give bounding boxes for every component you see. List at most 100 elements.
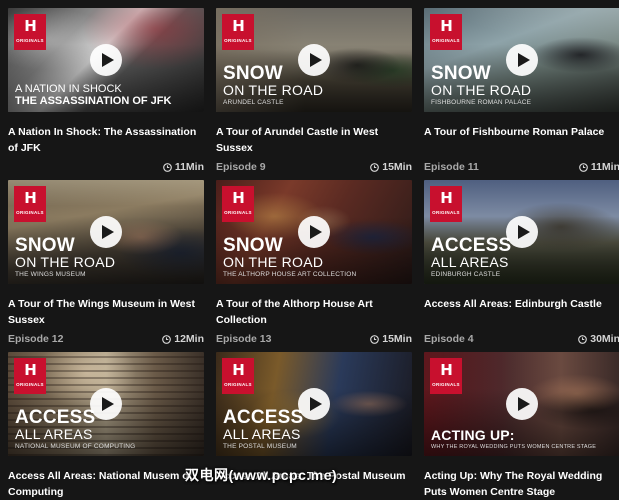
episode-label: Episode 13 <box>216 333 272 345</box>
overlay-title: SNOW <box>431 63 491 84</box>
video-card[interactable]: H ORIGINALS SNOW ON THE ROAD THE ALTHORP… <box>216 180 412 347</box>
overlay-title: ACTING UP: <box>431 427 515 443</box>
clock-icon <box>162 162 172 172</box>
logo-text: ORIGINALS <box>224 38 252 43</box>
site-watermark: 双电网(www.pcpc.me) <box>185 467 338 483</box>
video-card[interactable]: H ORIGINALS A NATION IN SHOCK THE ASSASS… <box>8 8 204 175</box>
duration: 15Min <box>370 333 412 345</box>
video-title[interactable]: A Tour of Arundel Castle in West Sussex <box>216 124 412 156</box>
video-card[interactable]: H ORIGINALS ACCESS ALL AREAS EDINBURGH C… <box>424 180 619 347</box>
logo-text: ORIGINALS <box>432 38 460 43</box>
overlay-subtitle: ALL AREAS <box>431 254 509 270</box>
logo-mark: H <box>440 361 453 379</box>
video-card[interactable]: H ORIGINALS ACTING UP: WHY THE ROYAL WED… <box>424 352 619 500</box>
overlay-subtitle: ON THE ROAD <box>223 254 324 270</box>
overlay-location: NATIONAL MUSEUM OF COMPUTING <box>15 443 136 450</box>
video-thumbnail[interactable]: H ORIGINALS SNOW ON THE ROAD THE WINGS M… <box>8 180 204 284</box>
originals-logo: H ORIGINALS <box>14 14 46 50</box>
overlay-line2: THE ASSASSINATION OF JFK <box>15 95 172 107</box>
duration: 15Min <box>370 161 412 173</box>
clock-icon <box>578 162 588 172</box>
thumbnail-overlay-text: SNOW ON THE ROAD ARUNDEL CASTLE <box>223 64 406 107</box>
video-thumbnail[interactable]: H ORIGINALS SNOW ON THE ROAD THE ALTHORP… <box>216 180 412 284</box>
video-meta: Episode 4 30Min <box>424 331 619 347</box>
logo-mark: H <box>232 189 245 207</box>
overlay-title: ACCESS <box>223 407 304 428</box>
duration: 11Min <box>162 161 204 173</box>
video-title[interactable]: A Tour of The Wings Museum in West Susse… <box>8 296 204 328</box>
thumbnail-overlay-text: SNOW ON THE ROAD THE ALTHORP HOUSE ART C… <box>223 235 406 279</box>
originals-logo: H ORIGINALS <box>430 14 462 50</box>
overlay-location: THE POSTAL MUSEUM <box>223 443 297 450</box>
episode-label: Episode 9 <box>216 161 266 173</box>
thumbnail-overlay-text: ACCESS ALL AREAS NATIONAL MUSEUM OF COMP… <box>15 408 198 451</box>
video-title[interactable]: A Tour of Fishbourne Roman Palace <box>424 124 619 156</box>
logo-mark: H <box>232 17 245 35</box>
logo-mark: H <box>440 189 453 207</box>
duration-text: 15Min <box>382 333 412 345</box>
originals-logo: H ORIGINALS <box>222 14 254 50</box>
video-title[interactable]: Acting Up: Why The Royal Wedding Puts Wo… <box>424 468 619 500</box>
originals-logo: H ORIGINALS <box>14 358 46 394</box>
overlay-location: THE WINGS MUSEUM <box>15 271 86 278</box>
overlay-title: SNOW <box>223 235 283 256</box>
video-meta: Episode 11 11Min <box>424 159 619 175</box>
originals-logo: H ORIGINALS <box>430 358 462 394</box>
thumbnail-overlay-text: ACTING UP: WHY THE ROYAL WEDDING PUTS WO… <box>431 428 614 451</box>
overlay-location: THE ALTHORP HOUSE ART COLLECTION <box>223 271 357 278</box>
video-meta: 11Min <box>8 159 204 175</box>
video-card[interactable]: H ORIGINALS ACCESS ALL AREAS NATIONAL MU… <box>8 352 204 500</box>
logo-mark: H <box>232 361 245 379</box>
video-card[interactable]: H ORIGINALS SNOW ON THE ROAD THE WINGS M… <box>8 180 204 347</box>
video-title[interactable]: Access All Areas: Edinburgh Castle <box>424 296 619 328</box>
video-card[interactable]: H ORIGINALS SNOW ON THE ROAD ARUNDEL CAS… <box>216 8 412 175</box>
video-thumbnail[interactable]: H ORIGINALS ACCESS ALL AREAS NATIONAL MU… <box>8 352 204 456</box>
overlay-location: EDINBURGH CASTLE <box>431 271 501 278</box>
play-button[interactable] <box>90 44 122 76</box>
duration-text: 11Min <box>174 161 204 173</box>
video-grid: H ORIGINALS A NATION IN SHOCK THE ASSASS… <box>0 0 619 500</box>
video-thumbnail[interactable]: H ORIGINALS ACCESS ALL AREAS EDINBURGH C… <box>424 180 619 284</box>
overlay-line1: A NATION IN SHOCK <box>15 83 122 95</box>
logo-text: ORIGINALS <box>432 382 460 387</box>
video-title[interactable]: Access All Areas: National Musem of Comp… <box>8 468 204 500</box>
thumbnail-overlay-text: ACCESS ALL AREAS EDINBURGH CASTLE <box>431 236 614 279</box>
video-thumbnail[interactable]: H ORIGINALS ACCESS ALL AREAS THE POSTAL … <box>216 352 412 456</box>
episode-label: Episode 12 <box>8 333 64 345</box>
video-title[interactable]: A Tour of the Althorp House Art Collecti… <box>216 296 412 328</box>
originals-logo: H ORIGINALS <box>430 186 462 222</box>
thumbnail-overlay-text: ACCESS ALL AREAS THE POSTAL MUSEUM <box>223 407 406 451</box>
logo-text: ORIGINALS <box>432 210 460 215</box>
thumbnail-overlay-text: A NATION IN SHOCK THE ASSASSINATION OF J… <box>15 83 198 108</box>
overlay-location: FISHBOURNE ROMAN PALACE <box>431 99 532 106</box>
overlay-subtitle: ON THE ROAD <box>15 254 116 270</box>
originals-logo: H ORIGINALS <box>222 358 254 394</box>
video-title[interactable]: A Nation In Shock: The Assassination of … <box>8 124 204 156</box>
episode-label: Episode 11 <box>424 161 479 173</box>
clock-icon <box>370 334 380 344</box>
originals-logo: H ORIGINALS <box>14 186 46 222</box>
duration: 12Min <box>162 333 204 345</box>
video-card[interactable]: H ORIGINALS SNOW ON THE ROAD FISHBOURNE … <box>424 8 619 175</box>
video-meta: Episode 9 15Min <box>216 159 412 175</box>
overlay-subtitle: ON THE ROAD <box>223 82 324 98</box>
video-meta: Episode 13 15Min <box>216 331 412 347</box>
video-thumbnail[interactable]: H ORIGINALS SNOW ON THE ROAD FISHBOURNE … <box>424 8 619 112</box>
logo-mark: H <box>24 17 37 35</box>
duration: 11Min <box>578 161 619 173</box>
overlay-location: WHY THE ROYAL WEDDING PUTS WOMEN CENTRE … <box>431 444 597 450</box>
play-button[interactable] <box>506 388 538 420</box>
logo-text: ORIGINALS <box>16 382 44 387</box>
overlay-title: SNOW <box>15 235 75 256</box>
duration-text: 12Min <box>174 333 204 345</box>
video-thumbnail[interactable]: H ORIGINALS SNOW ON THE ROAD ARUNDEL CAS… <box>216 8 412 112</box>
logo-text: ORIGINALS <box>16 210 44 215</box>
logo-text: ORIGINALS <box>224 210 252 215</box>
episode-label: Episode 4 <box>424 333 474 345</box>
overlay-subtitle: ON THE ROAD <box>431 82 532 98</box>
clock-icon <box>162 334 172 344</box>
video-thumbnail[interactable]: H ORIGINALS ACTING UP: WHY THE ROYAL WED… <box>424 352 619 456</box>
overlay-subtitle: ALL AREAS <box>223 426 301 442</box>
video-thumbnail[interactable]: H ORIGINALS A NATION IN SHOCK THE ASSASS… <box>8 8 204 112</box>
overlay-subtitle: ALL AREAS <box>15 426 93 442</box>
